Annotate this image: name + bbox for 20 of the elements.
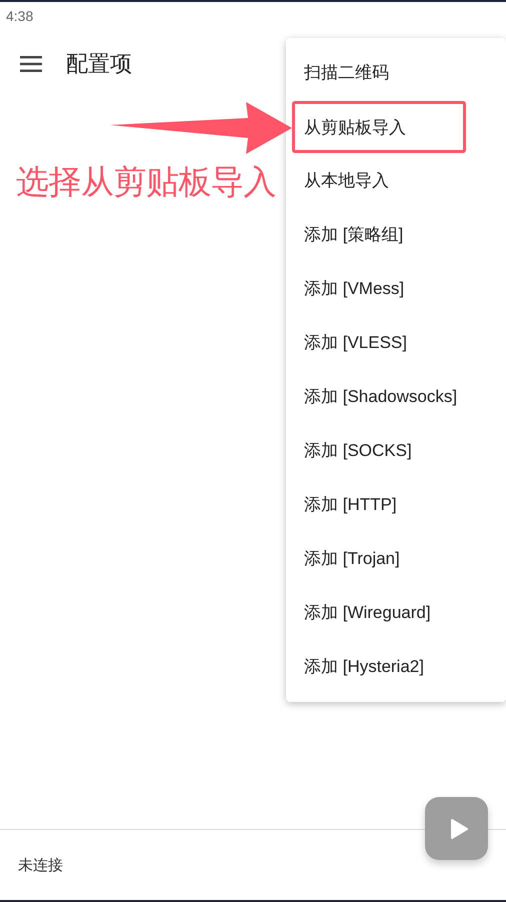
menu-item[interactable]: 添加 [Hysteria2] bbox=[286, 640, 506, 694]
menu-icon[interactable] bbox=[18, 54, 44, 74]
play-icon bbox=[450, 818, 468, 838]
toolbar-title: 配置项 bbox=[66, 51, 132, 79]
menu-item[interactable]: 添加 [SOCKS] bbox=[286, 424, 506, 478]
play-button[interactable] bbox=[425, 797, 488, 860]
menu-item[interactable]: 从剪贴板导入 bbox=[292, 101, 466, 153]
menu-item[interactable]: 添加 [Wireguard] bbox=[286, 586, 506, 640]
connection-status: 未连接 bbox=[18, 856, 63, 874]
menu-item[interactable]: 添加 [Shadowsocks] bbox=[286, 370, 506, 424]
menu-item[interactable]: 添加 [策略组] bbox=[286, 208, 506, 262]
status-time: 4:38 bbox=[6, 8, 34, 24]
menu-item[interactable]: 添加 [HTTP] bbox=[286, 478, 506, 532]
menu-item[interactable]: 添加 [VMess] bbox=[286, 262, 506, 316]
annotation-text: 选择从剪贴板导入 bbox=[16, 161, 276, 203]
menu-item[interactable]: 添加 [VLESS] bbox=[286, 316, 506, 370]
menu-item[interactable]: 添加 [Trojan] bbox=[286, 532, 506, 586]
arrow-icon bbox=[110, 102, 292, 154]
menu-item[interactable]: 扫描二维码 bbox=[286, 46, 506, 100]
menu-item[interactable]: 从本地导入 bbox=[286, 154, 506, 208]
